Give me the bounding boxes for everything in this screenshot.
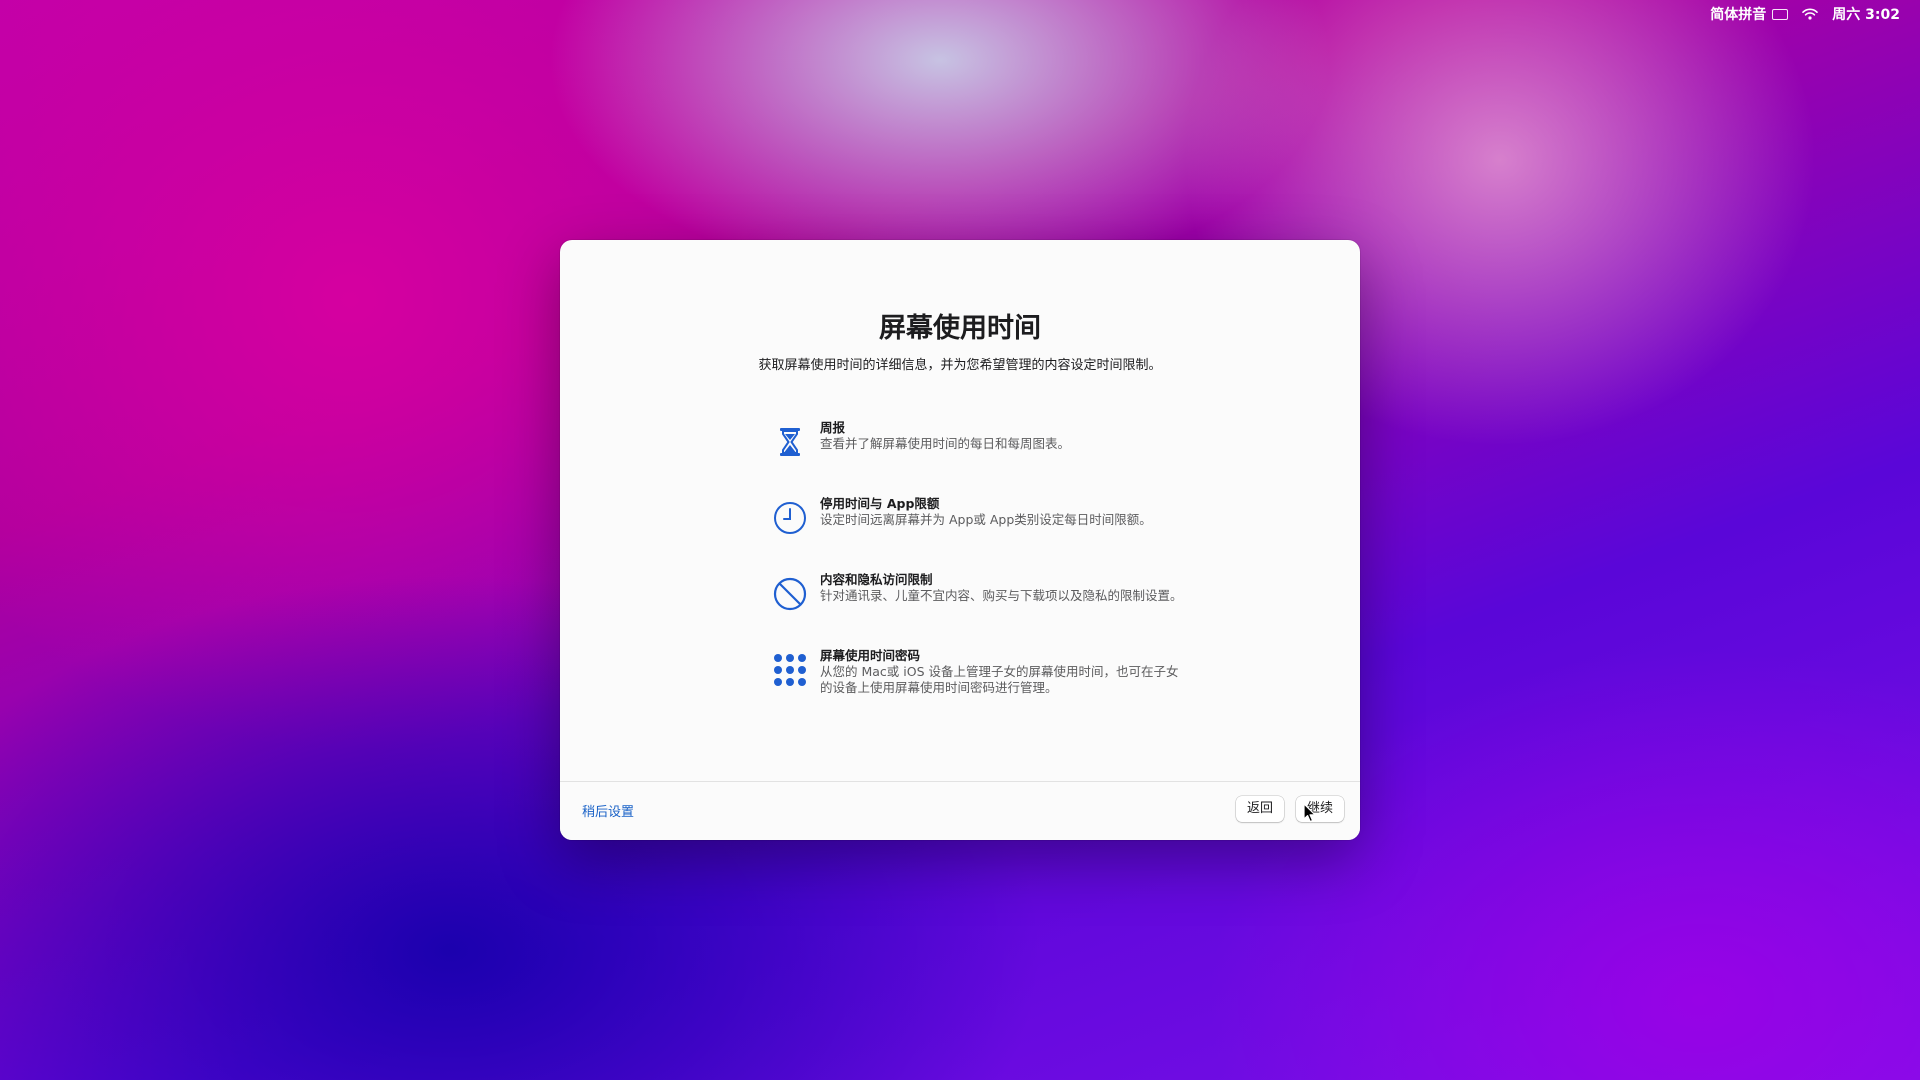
feature-title: 内容和隐私访问限制 bbox=[820, 572, 933, 587]
feature-title: 停用时间与 App限额 bbox=[820, 496, 940, 511]
clock-icon bbox=[770, 498, 810, 538]
screen-time-dialog: 屏幕使用时间 获取屏幕使用时间的详细信息，并为您希望管理的内容设定时间限制。 周… bbox=[560, 240, 1360, 840]
wifi-icon bbox=[1802, 8, 1819, 20]
clock-label: 周六 3:02 bbox=[1832, 7, 1900, 23]
set-up-later-link[interactable]: 稍后设置 bbox=[582, 801, 634, 820]
feature-passcode: 屏幕使用时间密码 从您的 Mac或 iOS 设备上管理子女的屏幕使用时间，也可在… bbox=[770, 648, 1190, 696]
dialog-subtitle: 获取屏幕使用时间的详细信息，并为您希望管理的内容设定时间限制。 bbox=[758, 358, 1162, 373]
input-method-menu[interactable]: 简体拼音 bbox=[1710, 4, 1789, 24]
menu-bar: 简体拼音 周六 3:02 bbox=[1710, 0, 1920, 28]
clock-menu[interactable]: 周六 3:02 bbox=[1832, 4, 1900, 24]
keypad-icon bbox=[770, 650, 810, 690]
feature-description: 针对通讯录、儿童不宜内容、购买与下载项以及隐私的限制设置。 bbox=[820, 588, 1183, 603]
dialog-footer: 稍后设置 返回 继续 bbox=[560, 781, 1360, 840]
feature-description: 从您的 Mac或 iOS 设备上管理子女的屏幕使用时间，也可在子女的设备上使用屏… bbox=[820, 664, 1179, 695]
feature-description: 查看并了解屏幕使用时间的每日和每周图表。 bbox=[820, 436, 1071, 451]
mouse-pointer-icon bbox=[1303, 803, 1316, 823]
keyboard-icon bbox=[1772, 8, 1789, 20]
feature-downtime-app-limits: 停用时间与 App限额 设定时间远离屏幕并为 App或 App类别设定每日时间限… bbox=[770, 496, 1190, 538]
back-button[interactable]: 返回 bbox=[1235, 796, 1284, 822]
feature-title: 屏幕使用时间密码 bbox=[820, 648, 921, 663]
wifi-menu[interactable] bbox=[1802, 8, 1819, 20]
prohibited-icon bbox=[770, 574, 810, 614]
feature-content-privacy: 内容和隐私访问限制 针对通讯录、儿童不宜内容、购买与下载项以及隐私的限制设置。 bbox=[770, 572, 1190, 614]
input-method-label: 简体拼音 bbox=[1710, 7, 1767, 23]
dialog-title: 屏幕使用时间 bbox=[879, 313, 1041, 344]
feature-title: 周报 bbox=[820, 420, 846, 435]
feature-weekly-report: 周报 查看并了解屏幕使用时间的每日和每周图表。 bbox=[770, 420, 1190, 462]
feature-description: 设定时间远离屏幕并为 App或 App类别设定每日时间限额。 bbox=[820, 512, 1152, 527]
hourglass-icon bbox=[770, 422, 810, 462]
